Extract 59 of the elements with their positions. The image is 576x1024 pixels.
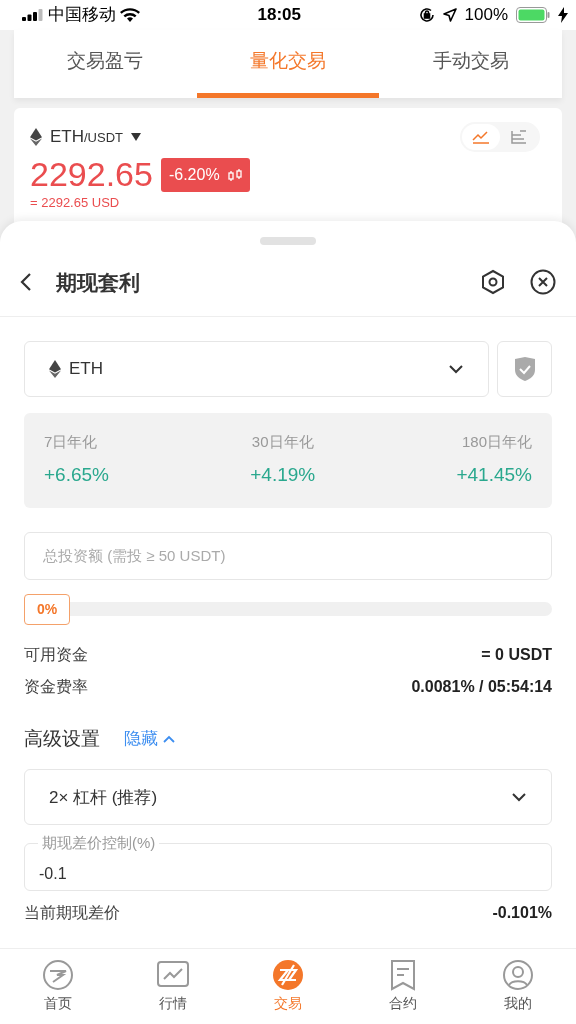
- depth-chart-icon: [510, 130, 528, 144]
- chevron-up-icon: [162, 734, 176, 744]
- signal-icon: [22, 9, 44, 21]
- chevron-down-icon: [448, 363, 464, 374]
- user-icon: [502, 959, 535, 991]
- stat-label: 7日年化: [44, 431, 98, 452]
- shield-button[interactable]: [497, 340, 552, 397]
- close-icon: [530, 269, 556, 296]
- info-label: 资金费率: [24, 676, 88, 697]
- price: 2292.65: [30, 156, 153, 194]
- stat-value: +41.45%: [456, 463, 532, 488]
- trade-logo-icon: [272, 959, 304, 991]
- info-value: 0.0081% / 05:54:14: [411, 676, 552, 697]
- info-value: = 0 USDT: [481, 644, 552, 665]
- stat-label: 30日年化: [251, 431, 314, 452]
- battery-icon: [516, 7, 550, 23]
- stat-value: +6.65%: [44, 463, 109, 488]
- nav-item[interactable]: 行情: [115, 949, 231, 1024]
- usd-value: = 2292.65 USD: [30, 194, 121, 213]
- info-value: -0.101%: [492, 903, 552, 924]
- shield-check-icon: [513, 355, 536, 382]
- nav-item[interactable]: 我的: [460, 949, 576, 1024]
- ethereum-icon: [30, 128, 42, 146]
- sheet-title: 期现套利: [56, 269, 141, 296]
- trading-pair[interactable]: ETH/USDT: [50, 124, 123, 150]
- back-button[interactable]: [20, 272, 32, 293]
- nav-item[interactable]: 首页: [0, 949, 116, 1024]
- leverage-select[interactable]: 2× 杠杆 (推荐): [24, 769, 552, 826]
- info-label: 可用资金: [24, 644, 88, 665]
- carrier-name: 中国移动: [48, 4, 116, 27]
- change-button[interactable]: -6.20%: [160, 157, 250, 192]
- ethereum-icon: [49, 359, 61, 378]
- amount-field[interactable]: 总投资额 (需投 ≥ 50 USDT): [24, 531, 552, 580]
- drag-handle[interactable]: [260, 236, 316, 245]
- charging-icon: [558, 7, 568, 23]
- stat-label: 180日年化: [461, 431, 532, 452]
- document-icon: [390, 959, 417, 991]
- section-title: 高级设置: [24, 726, 100, 751]
- info-label: 当前期现差价: [24, 903, 120, 924]
- settings-button[interactable]: [480, 269, 506, 296]
- view-button[interactable]: [462, 124, 500, 150]
- stat-value: +4.19%: [250, 463, 316, 488]
- chevron-down-icon: [511, 792, 527, 803]
- battery-percent: 100%: [464, 4, 508, 27]
- rotation-lock-icon: [418, 7, 435, 23]
- dropdown-icon: [131, 133, 141, 141]
- tab[interactable]: 交易盈亏: [14, 30, 197, 98]
- coin-select[interactable]: ETH: [24, 340, 489, 397]
- nav-item[interactable]: 合约: [345, 949, 461, 1024]
- location-icon: [442, 8, 457, 22]
- line-chart-icon: [472, 130, 490, 144]
- clock: 18:05: [257, 4, 302, 27]
- tab[interactable]: 手动交易: [379, 30, 562, 98]
- close-button[interactable]: [530, 269, 556, 296]
- settings-icon: [480, 269, 506, 296]
- line-chart-icon: [156, 961, 189, 989]
- wifi-icon: [120, 8, 140, 22]
- back-icon: [20, 272, 32, 293]
- candlestick-icon: [227, 168, 242, 181]
